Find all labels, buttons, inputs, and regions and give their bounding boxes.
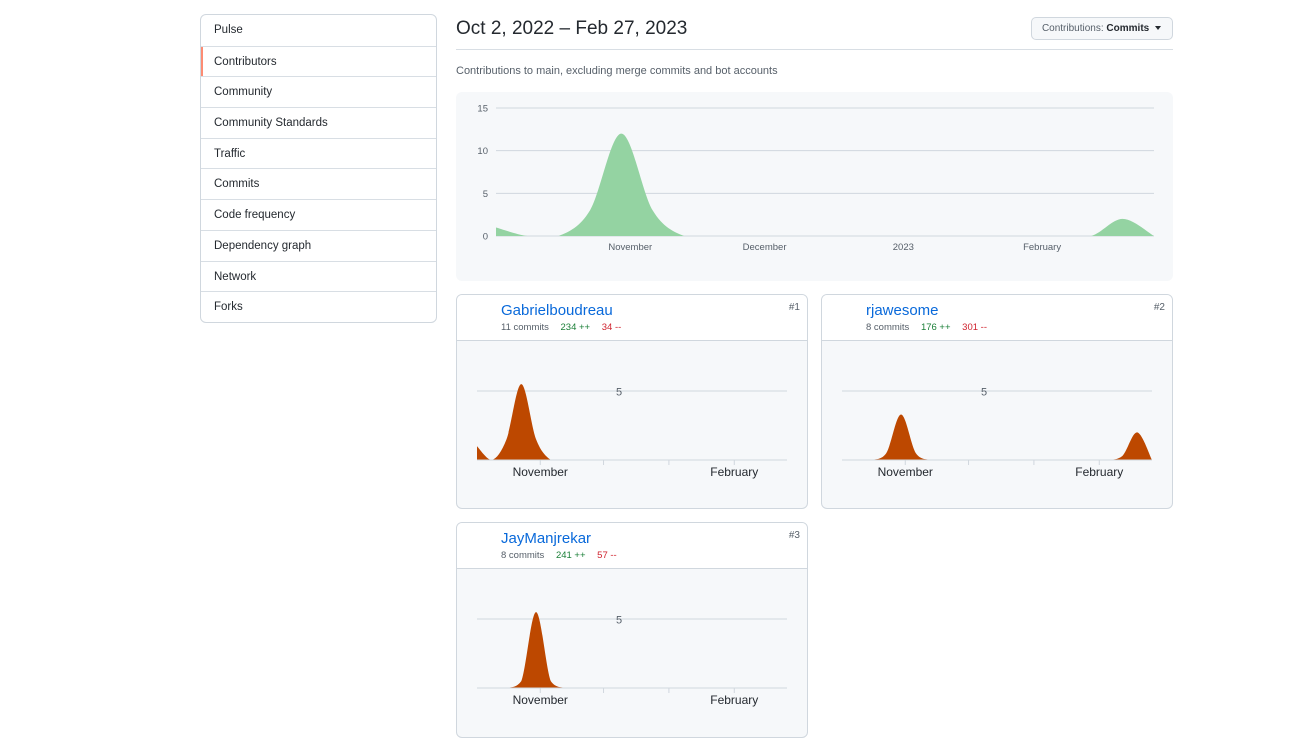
- y-tick-label: 5: [483, 189, 488, 200]
- x-tick-label: November: [513, 465, 568, 479]
- contributor-rank: #3: [788, 530, 800, 541]
- contributions-type-dropdown[interactable]: Contributions: Commits: [1030, 17, 1173, 40]
- additions-count: 176 ++: [920, 322, 951, 333]
- y-max-label: 5: [981, 387, 987, 399]
- rj-avatar-icon[interactable]: rj: [828, 301, 859, 332]
- contributor-card-header: rj rjawesome 8 commits 176 ++ 301 -- #2: [822, 295, 1172, 341]
- x-tick-label: November: [608, 242, 652, 253]
- x-tick-label: February: [710, 693, 758, 707]
- y-max-label: 5: [616, 387, 622, 399]
- sidebar-item-community-standards[interactable]: Community Standards: [201, 107, 436, 138]
- x-tick-label: February: [710, 465, 758, 479]
- sidebar-item-network[interactable]: Network: [201, 260, 436, 292]
- contributor-rank: #2: [1153, 302, 1165, 313]
- main-contributions-chart: 15 10 5 0 November December 2023 February: [456, 92, 1173, 281]
- contributions-subtitle: Contributions to main, excluding merge c…: [456, 65, 778, 77]
- contributor-card-1: Gabrielboudreau 11 commits 234 ++ 34 -- …: [456, 294, 808, 509]
- sidebar-item-community[interactable]: Community: [201, 76, 436, 107]
- contributor-username-link[interactable]: rjawesome: [866, 302, 939, 319]
- contributor-chart-svg: 5 November February: [842, 387, 1152, 479]
- additions-count: 241 ++: [555, 550, 586, 561]
- commit-count-link[interactable]: 11 commits: [501, 322, 549, 333]
- sidebar-item-commits[interactable]: Commits: [201, 168, 436, 199]
- identicon-green-icon[interactable]: [463, 529, 494, 560]
- x-tick-label: December: [743, 242, 787, 253]
- y-tick-label: 15: [477, 104, 488, 115]
- contributor-username-link[interactable]: Gabrielboudreau: [501, 302, 613, 319]
- contributor-card-header: JayManjrekar 8 commits 241 ++ 57 -- #3: [457, 523, 807, 569]
- x-tick-label: 2023: [893, 242, 914, 253]
- series-area: [842, 414, 1152, 460]
- contributions-value: Commits: [1106, 23, 1150, 34]
- sidebar-item-traffic[interactable]: Traffic: [201, 137, 436, 169]
- x-tick-label: November: [878, 465, 933, 479]
- deletions-count: 301 --: [962, 322, 987, 333]
- series-area: [496, 133, 1154, 236]
- sidebar-item-forks[interactable]: Forks: [201, 291, 436, 322]
- contributions-label: Contributions:: [1041, 23, 1104, 34]
- contributor-rank: #1: [788, 302, 800, 313]
- main-chart-svg: 15 10 5 0 November December 2023 February: [477, 104, 1154, 253]
- contributor-card-header: Gabrielboudreau 11 commits 234 ++ 34 -- …: [457, 295, 807, 341]
- identicon-pink-icon[interactable]: [463, 301, 494, 332]
- contributor-stats: 8 commits 176 ++ 301 --: [866, 322, 987, 333]
- sidebar-item-dependency-graph[interactable]: Dependency graph: [201, 229, 436, 261]
- contributors-header: Oct 2, 2022 – Feb 27, 2023 Contributions…: [456, 14, 1173, 50]
- series-area: [477, 612, 787, 688]
- contributor-stats: 8 commits 241 ++ 57 --: [501, 550, 617, 561]
- deletions-count: 57 --: [597, 550, 617, 561]
- series-area: [477, 384, 787, 460]
- contributor-chart-svg: 5 November February: [477, 384, 787, 479]
- contributor-card-3: JayManjrekar 8 commits 241 ++ 57 -- #3 5…: [456, 522, 808, 738]
- date-range-title: Oct 2, 2022 – Feb 27, 2023: [456, 18, 688, 39]
- commit-count-link[interactable]: 8 commits: [866, 322, 909, 333]
- caret-down-icon: [1155, 25, 1161, 30]
- contributor-chart-svg: 5 November February: [477, 612, 787, 707]
- sidebar-item-contributors[interactable]: Contributors: [201, 45, 436, 77]
- y-tick-label: 0: [483, 232, 488, 243]
- insights-sidebar: Pulse Contributors Community Community S…: [200, 14, 437, 323]
- deletions-count: 34 --: [601, 322, 622, 333]
- sidebar-item-pulse[interactable]: Pulse: [201, 15, 436, 46]
- sidebar-item-code-frequency[interactable]: Code frequency: [201, 199, 436, 230]
- x-tick-label: November: [513, 693, 568, 707]
- additions-count: 234 ++: [560, 322, 591, 333]
- contributor-username-link[interactable]: JayManjrekar: [501, 530, 591, 547]
- contributor-card-2: rj rjawesome 8 commits 176 ++ 301 -- #2 …: [821, 294, 1173, 509]
- x-tick-label: February: [1023, 242, 1061, 253]
- y-tick-label: 10: [477, 146, 488, 157]
- commit-count-link[interactable]: 8 commits: [501, 550, 544, 561]
- y-max-label: 5: [616, 615, 622, 627]
- contributor-stats: 11 commits 234 ++ 34 --: [501, 322, 621, 333]
- x-tick-label: February: [1075, 465, 1123, 479]
